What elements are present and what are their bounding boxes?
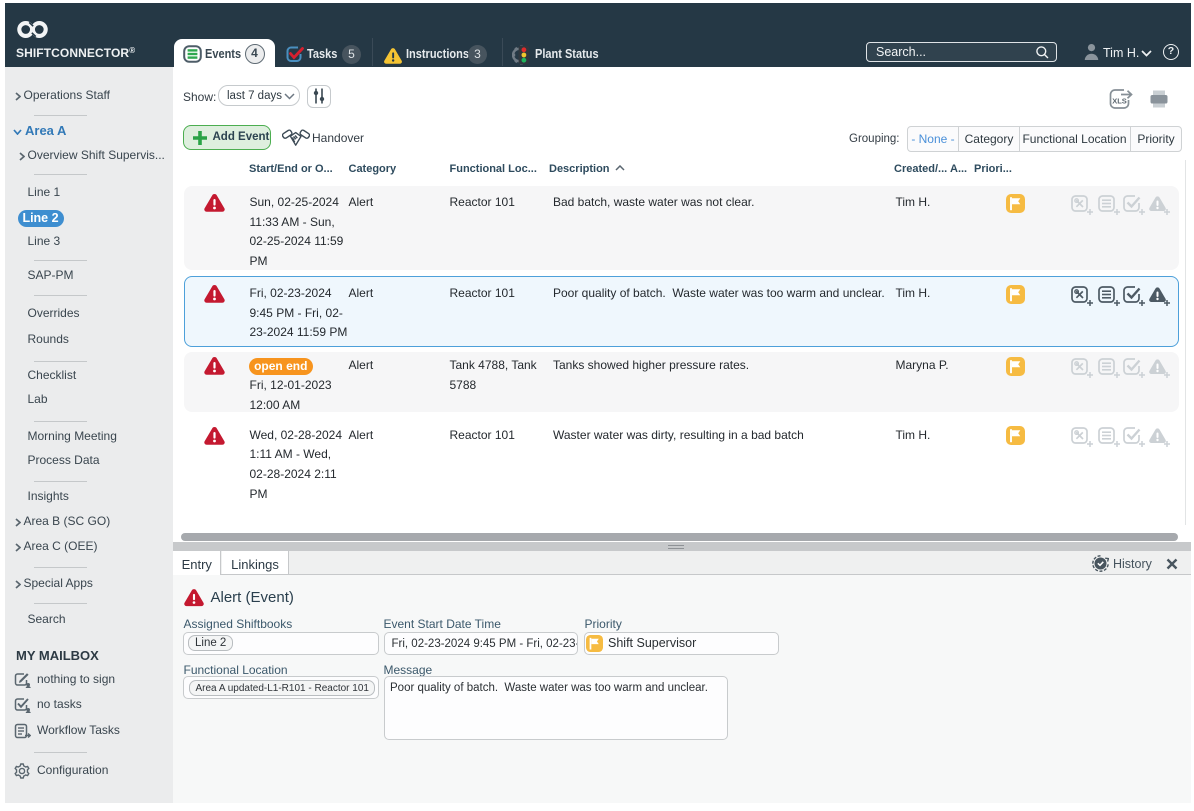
svg-text:XLS: XLS: [1112, 96, 1127, 105]
